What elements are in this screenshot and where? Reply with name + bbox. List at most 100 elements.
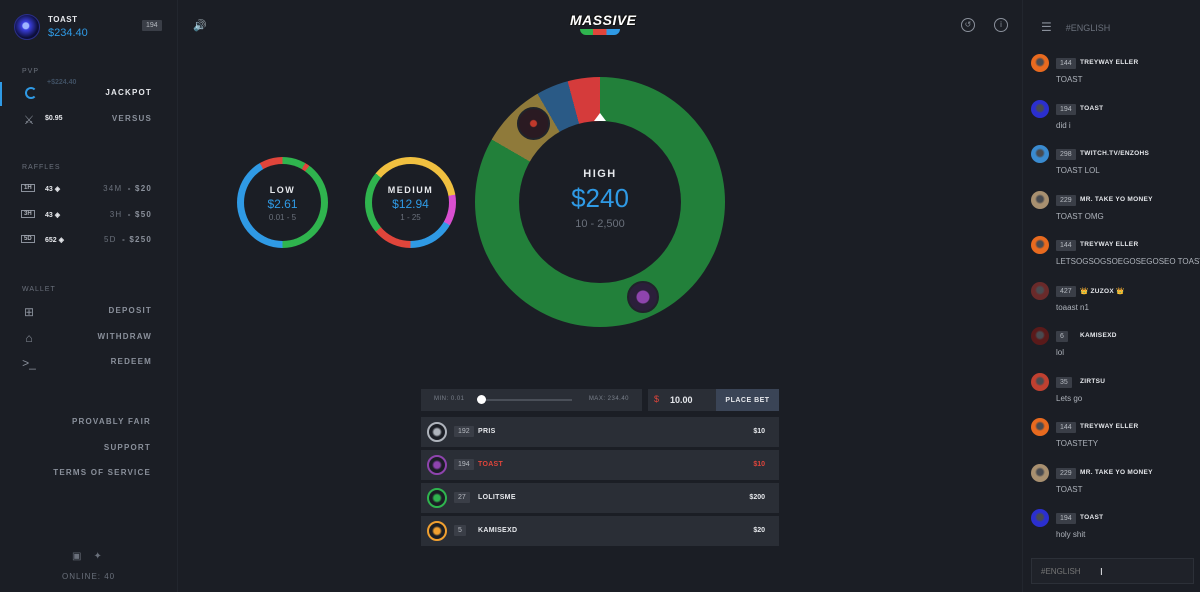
chat-username[interactable]: MR. TAKE YO MONEY [1080, 196, 1153, 203]
raffle-count: 43 ◈ [45, 186, 61, 193]
volume-icon[interactable]: 🔊 [193, 19, 207, 32]
avatar[interactable] [1031, 190, 1049, 209]
chat-username[interactable]: ZIRTSU [1080, 378, 1105, 385]
versus-value: $0.95 [45, 115, 63, 122]
low-wheel-amount: $2.61 [267, 197, 298, 211]
pvp-title: PVP [22, 68, 40, 75]
chat-channel[interactable]: #ENGLISH [1066, 23, 1111, 33]
nav-versus[interactable]: ⚔ $0.95 VERSUS [0, 108, 178, 132]
user-panel[interactable]: TOAST $234.40 194 [14, 14, 164, 40]
nav-redeem[interactable]: >_ REDEEM [0, 351, 178, 375]
bet-amount-input[interactable] [670, 392, 714, 408]
avatar[interactable] [1031, 463, 1049, 482]
chat-message: 35 ZIRTSU Lets go [1031, 372, 1199, 413]
level-badge: 6 [1056, 331, 1068, 342]
chat-username[interactable]: TREYWAY ELLER [1080, 241, 1138, 248]
place-bet-button[interactable]: PLACE BET [716, 389, 779, 411]
bet-amount: $10 [753, 461, 765, 468]
bet-amount-box[interactable]: $ [648, 389, 716, 411]
level-badge: 194 [454, 459, 474, 470]
nav-versus-label: VERSUS [111, 114, 152, 123]
crown-icon: 👑 [1080, 287, 1089, 295]
nav-deposit[interactable]: ⊞ DEPOSIT [0, 300, 178, 324]
swords-icon: ⚔ [23, 113, 35, 127]
avatar[interactable] [427, 521, 447, 541]
chat-input[interactable] [1031, 558, 1194, 584]
twitter-icon[interactable]: ✦ [93, 551, 101, 562]
avatar[interactable] [427, 422, 447, 442]
chat-username[interactable]: TOAST [1080, 514, 1103, 521]
terms-link[interactable]: TERMS OF SERVICE [53, 468, 151, 477]
level-badge: 194 [1056, 513, 1076, 524]
level-badge: 427 [1056, 285, 1076, 297]
basket-icon: ⌂ [25, 331, 33, 345]
chat-username[interactable]: KAMISEXD [1080, 332, 1117, 339]
chat-message: 229 MR. TAKE YO MONEY TOAST [1031, 463, 1199, 504]
nav-redeem-label: REDEEM [110, 357, 152, 366]
chat-message: 144 TREYWAY ELLER LETSOGSOGSOEGOSEGOSEO TO… [1031, 236, 1200, 276]
chat-username[interactable]: TOAST [1080, 105, 1103, 112]
avatar[interactable] [14, 14, 40, 40]
low-wheel[interactable]: LOW $2.61 0.01 - 5 [237, 157, 328, 248]
avatar[interactable] [1031, 99, 1049, 118]
balance: $234.40 [48, 27, 88, 39]
chat-username[interactable]: MR. TAKE YO MONEY [1080, 469, 1153, 476]
chat-message: 144 TREYWAY ELLER TOAST [1031, 54, 1199, 94]
avatar[interactable] [427, 488, 447, 508]
avatar[interactable] [1031, 145, 1049, 163]
bet-row: 5 KAMISEXD $20 [421, 516, 779, 546]
slider-knob[interactable] [477, 395, 486, 404]
raffle-item[interactable]: 3H 43 ◈ 3H - $50 [0, 204, 178, 228]
site-logo[interactable]: MASSIVE [570, 12, 637, 44]
chat-username[interactable]: TWITCH.TV/ENZOHS [1080, 150, 1149, 157]
info-icon[interactable]: i [994, 18, 1008, 32]
level-badge: 144 [1056, 422, 1076, 433]
chat-username[interactable]: TREYWAY ELLER [1080, 423, 1138, 430]
avatar[interactable] [1031, 327, 1049, 345]
left-sidebar: TOAST $234.40 194 PVP +$224.40 JACKPOT ⚔… [0, 0, 178, 592]
chat-text: TOAST LOL [1056, 166, 1100, 175]
nav-jackpot[interactable]: +$224.40 JACKPOT [0, 79, 178, 106]
bet-max: MAX: 234.40 [588, 396, 629, 402]
chat-message: 6 KAMISEXD lol [1031, 327, 1199, 367]
bet-slider[interactable]: MIN: 0.01 MAX: 234.40 [421, 389, 642, 411]
logo-bar [580, 29, 620, 35]
nav-deposit-label: DEPOSIT [108, 306, 152, 315]
avatar[interactable] [1031, 418, 1049, 436]
avatar[interactable] [427, 455, 447, 475]
avatar[interactable] [1031, 54, 1049, 72]
nav-withdraw[interactable]: ⌂ WITHDRAW [0, 326, 178, 350]
avatar[interactable] [1031, 509, 1049, 527]
chat-text: lol [1056, 348, 1065, 357]
avatar[interactable] [1031, 236, 1049, 254]
chat-text: LETSOGSOGSOEGOSEGOSEO TOAST [1056, 257, 1200, 266]
bet-row: 194 TOAST $10 [421, 450, 779, 480]
chat-message: 144 TREYWAY ELLER TOASTETY [1031, 418, 1199, 458]
avatar[interactable] [1031, 372, 1049, 391]
raffle-item[interactable]: 1H 43 ◈ 34M - $20 [0, 178, 178, 202]
medium-wheel-amount: $12.94 [392, 197, 429, 211]
level-badge: 5 [454, 525, 466, 536]
raffle-prize: 34M - $20 [103, 184, 152, 193]
medium-wheel[interactable]: MEDIUM $12.94 1 - 25 [365, 157, 456, 248]
chat-username[interactable]: 👑 ZUZOX 👑 [1080, 287, 1125, 295]
username: TOAST [48, 15, 78, 24]
provably-fair-link[interactable]: PROVABLY FAIR [72, 417, 151, 426]
raffle-prize: 5D - $250 [104, 235, 152, 244]
jackpot-icon [24, 87, 38, 101]
high-wheel-name: HIGH [583, 168, 617, 180]
logo-text: MASSIVE [570, 12, 637, 28]
raffle-tag: 5D [21, 235, 35, 243]
avatar[interactable] [1031, 281, 1049, 300]
twitch-icon[interactable]: ▣ [72, 551, 81, 562]
slider-track[interactable] [481, 399, 572, 401]
chat-username[interactable]: TREYWAY ELLER [1080, 59, 1138, 66]
support-link[interactable]: SUPPORT [104, 443, 151, 452]
nav-jackpot-label: JACKPOT [105, 88, 152, 97]
menu-icon[interactable]: ☰ [1041, 20, 1052, 34]
medium-wheel-range: 1 - 25 [400, 213, 421, 222]
history-icon[interactable]: ↺ [961, 18, 975, 32]
raffle-item[interactable]: 5D 652 ◈ 5D - $250 [0, 229, 178, 253]
chat-text: TOAST [1056, 75, 1083, 84]
deposit-icon: ⊞ [23, 305, 35, 319]
